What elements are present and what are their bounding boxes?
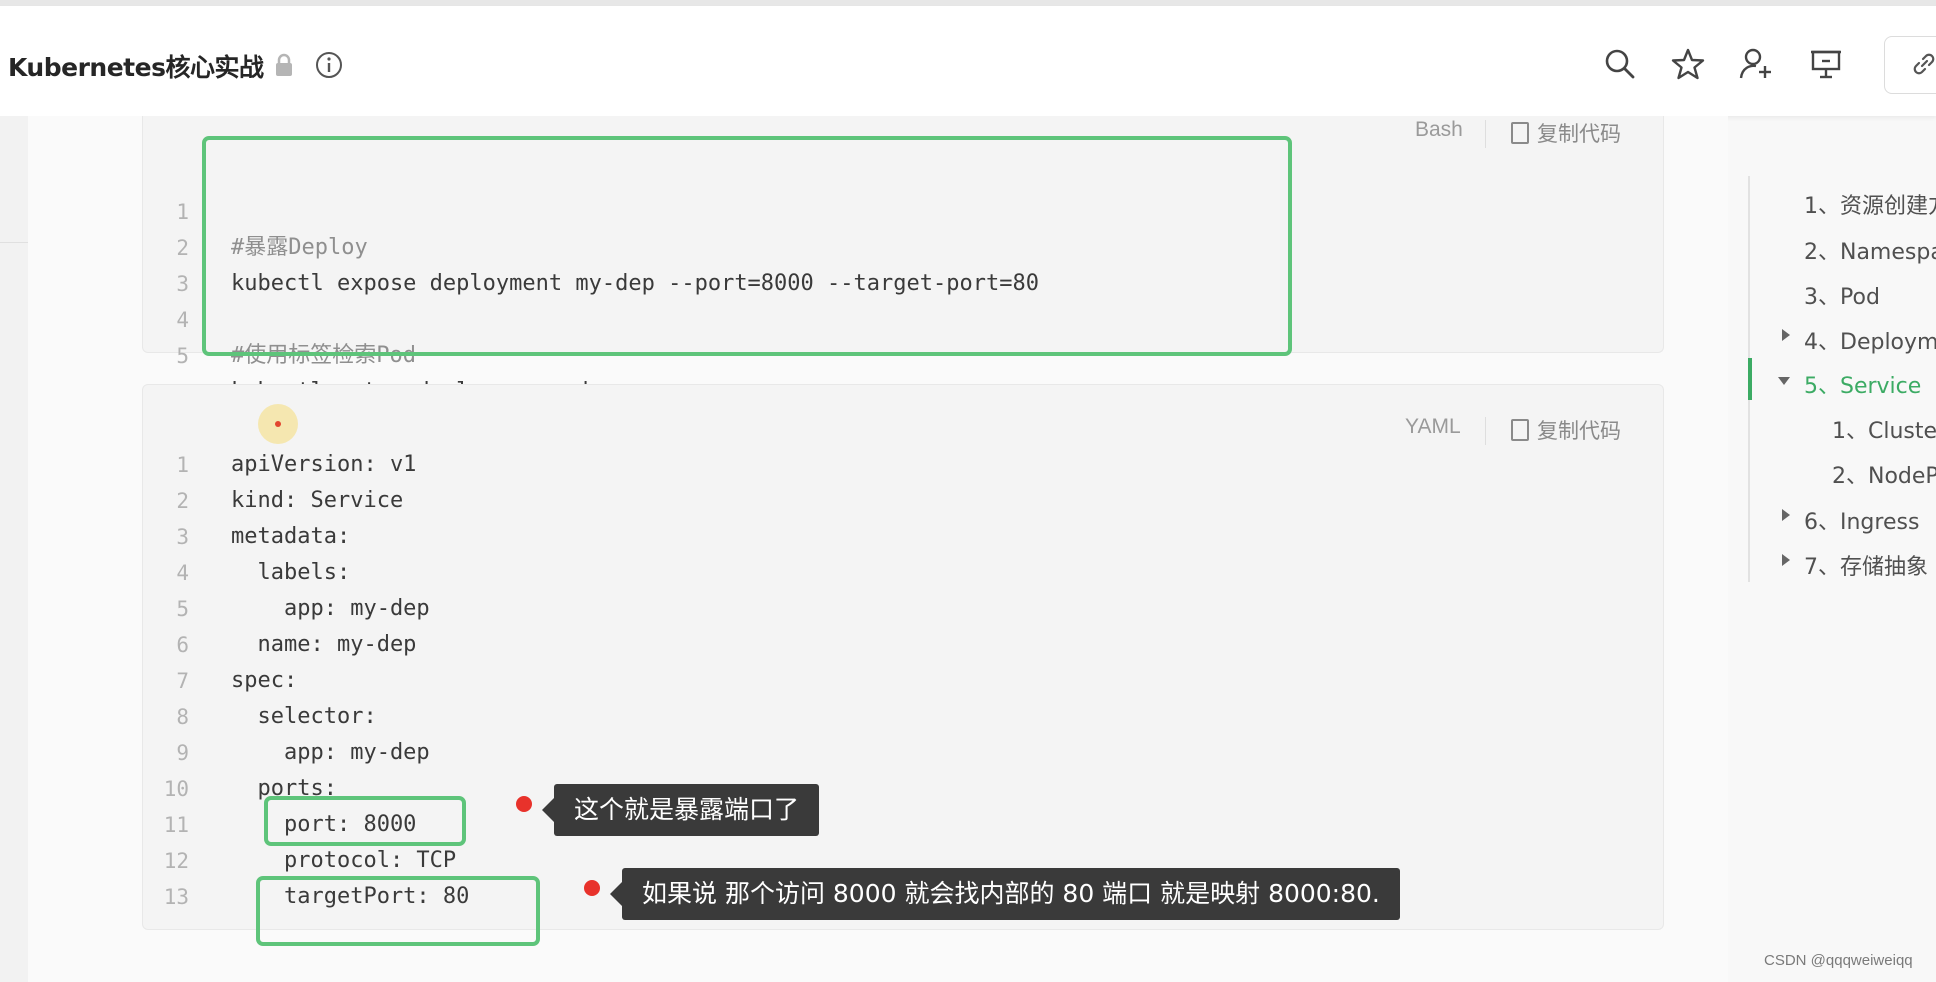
expand-arrow-icon[interactable] xyxy=(1782,329,1790,341)
code-line: 1 #暴露Deploy xyxy=(143,158,367,260)
code-text: app: my-dep xyxy=(231,596,430,621)
code-language-label: Bash xyxy=(1415,118,1463,141)
line-number: 8 xyxy=(176,705,189,729)
line-number: 5 xyxy=(176,344,189,368)
code-text: selector: xyxy=(231,704,377,729)
line-number: 2 xyxy=(176,489,189,513)
bash-highlight-box xyxy=(202,136,1292,356)
left-sidebar-divider xyxy=(0,242,28,243)
code-text: metadata: xyxy=(231,524,351,549)
star-icon[interactable] xyxy=(1670,46,1706,82)
code-text: labels: xyxy=(231,560,351,585)
code-text: kind: Service xyxy=(231,488,404,513)
line-number: 12 xyxy=(163,849,189,873)
port-highlight-box xyxy=(264,796,466,846)
code-line: 4 #使用标签检索Pod xyxy=(143,266,416,368)
toc-item[interactable]: 2、Namespac xyxy=(1804,234,1936,266)
code-text: spec: xyxy=(231,668,298,693)
copy-code-button[interactable]: 复制代码 xyxy=(1511,118,1621,148)
targetport-highlight-box xyxy=(256,876,540,946)
line-number: 10 xyxy=(163,777,189,801)
toc-subitem[interactable]: 2、NodePo xyxy=(1832,458,1936,490)
yaml-code-block: YAML 复制代码 1 apiVersion: v1 2 kind: Service… xyxy=(142,384,1664,930)
annotation-marker xyxy=(584,880,600,896)
toc-item[interactable]: 3、Pod xyxy=(1804,279,1880,311)
cursor-indicator xyxy=(258,404,298,444)
document-header: Kubernetes核心实战 xyxy=(0,6,1936,116)
line-number: 11 xyxy=(163,813,189,837)
toc-item[interactable]: 1、资源创建方 xyxy=(1804,188,1936,220)
toc-active-indicator xyxy=(1748,358,1752,400)
info-icon[interactable] xyxy=(314,50,344,80)
toc-item[interactable]: 6、Ingress xyxy=(1804,504,1919,536)
annotation-marker xyxy=(516,796,532,812)
copy-code-button[interactable]: 复制代码 xyxy=(1511,415,1621,445)
copy-code-label: 复制代码 xyxy=(1537,122,1621,146)
left-sidebar-strip xyxy=(0,116,29,982)
copy-code-label: 复制代码 xyxy=(1537,419,1621,443)
code-language-label: YAML xyxy=(1405,415,1461,438)
toc-item-active[interactable]: 5、Service xyxy=(1804,368,1921,400)
share-link-button[interactable] xyxy=(1884,36,1936,94)
line-number: 4 xyxy=(176,561,189,585)
annotation-tooltip: 这个就是暴露端口了 xyxy=(541,784,820,836)
link-icon xyxy=(1913,53,1935,75)
annotation-tooltip: 如果说 那个访问 8000 就会找内部的 80 端口 就是映射 8000:80. xyxy=(610,868,1400,920)
code-text: protocol: TCP xyxy=(231,848,457,873)
line-number: 5 xyxy=(176,597,189,621)
watermark: CSDN @qqqweiweiqq xyxy=(1764,952,1913,969)
collapse-arrow-icon[interactable] xyxy=(1778,377,1790,385)
line-number: 9 xyxy=(176,741,189,765)
line-number: 1 xyxy=(176,453,189,477)
present-icon[interactable] xyxy=(1808,46,1844,82)
code-line: 3 xyxy=(143,230,196,296)
document-title: Kubernetes核心实战 xyxy=(8,53,264,82)
toc-item[interactable]: 4、Deployme xyxy=(1804,324,1936,356)
code-line: 5 kubectl get pod -l app=my-dep xyxy=(143,302,615,404)
toolbar-separator xyxy=(1485,120,1486,148)
expand-arrow-icon[interactable] xyxy=(1782,509,1790,521)
toc-subitem[interactable]: 1、ClusterI xyxy=(1832,413,1936,445)
copy-icon xyxy=(1511,419,1529,441)
line-number: 6 xyxy=(176,633,189,657)
toolbar-separator xyxy=(1485,417,1486,445)
search-icon[interactable] xyxy=(1602,46,1638,82)
code-line: 2 kubectl expose deployment my-dep --por… xyxy=(143,194,1039,296)
code-text: apiVersion: v1 xyxy=(231,452,417,477)
add-user-icon[interactable] xyxy=(1738,46,1774,82)
expand-arrow-icon[interactable] xyxy=(1782,554,1790,566)
code-text: app: my-dep xyxy=(231,740,430,765)
copy-icon xyxy=(1511,122,1529,144)
line-number: 7 xyxy=(176,669,189,693)
toc-item[interactable]: 7、存储抽象 xyxy=(1804,549,1928,581)
code-text: name: my-dep xyxy=(231,632,417,657)
line-number: 3 xyxy=(176,525,189,549)
lock-icon xyxy=(276,53,292,76)
line-number: 13 xyxy=(163,885,189,909)
